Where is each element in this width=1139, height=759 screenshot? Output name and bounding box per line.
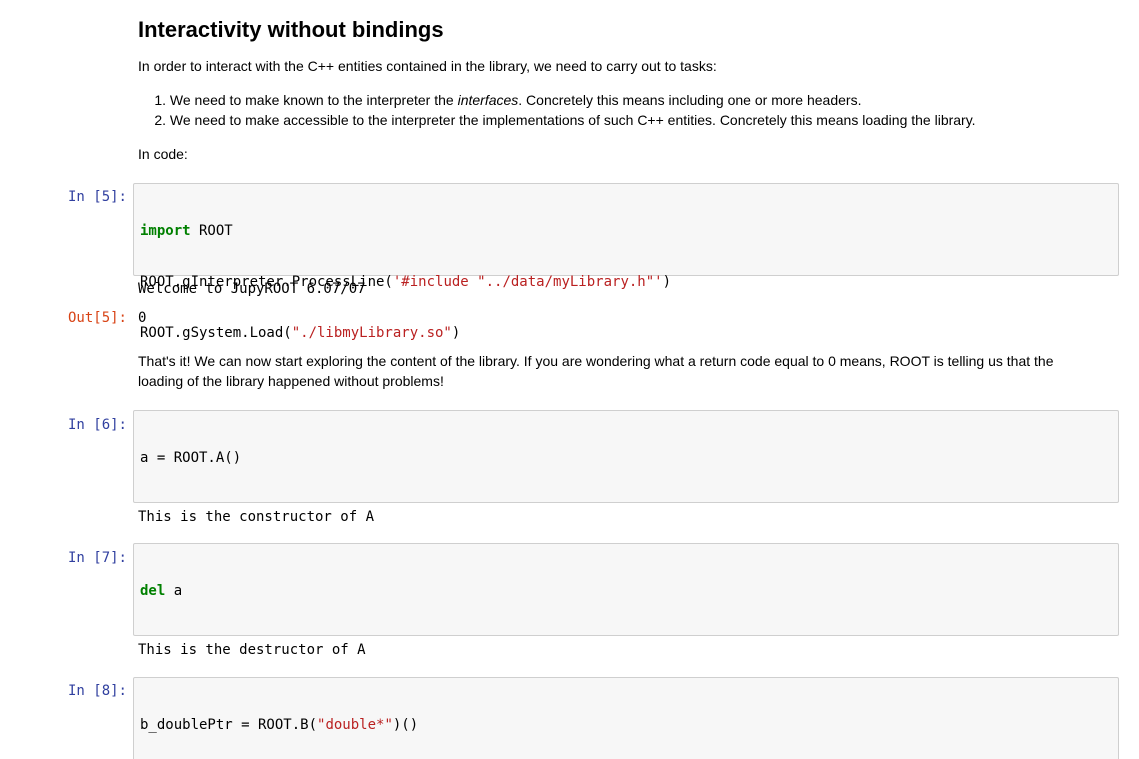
section-heading: Interactivity without bindings bbox=[138, 17, 444, 42]
list-item: 2. We need to make accessible to the int… bbox=[138, 110, 976, 130]
code-cell-editor[interactable]: import ROOT ROOT.gInterpreter.ProcessLin… bbox=[133, 183, 1119, 341]
cell-input-prompt: In [6]: bbox=[67, 417, 127, 433]
code-line: b_doublePtr = ROOT.B("double*")() bbox=[140, 717, 419, 733]
list-item-emphasis: interfaces bbox=[457, 92, 519, 108]
cell-output-prompt: Out[5]: bbox=[67, 310, 127, 326]
cell-input-prompt: In [5]: bbox=[67, 189, 127, 205]
intro-paragraph: In order to interact with the C++ entiti… bbox=[138, 58, 717, 74]
cell-input-prompt: In [8]: bbox=[67, 683, 127, 699]
cell-stdout: This is the constructor of A bbox=[138, 509, 375, 525]
code-line: ROOT.gSystem.Load("./libmyLibrary.so") bbox=[140, 325, 461, 341]
task-list: 1. We need to make known to the interpre… bbox=[138, 90, 976, 130]
code-editor-content[interactable]: a = ROOT.A() bbox=[140, 416, 241, 501]
code-editor-content[interactable]: b_doublePtr = ROOT.B("double*")() bbox=[140, 683, 418, 759]
list-item-text: We need to make accessible to the interp… bbox=[169, 112, 976, 128]
code-cell-editor[interactable]: del a bbox=[133, 543, 1119, 636]
code-cell-editor[interactable]: b_doublePtr = ROOT.B("double*")() bbox=[133, 677, 1119, 759]
in-code-label: In code: bbox=[138, 146, 188, 162]
cell-stdout: This is the destructor of A bbox=[138, 642, 366, 658]
list-item-number: 2. bbox=[154, 112, 166, 128]
code-editor-content[interactable]: del a bbox=[140, 549, 182, 634]
cell-input-prompt: In [7]: bbox=[67, 550, 127, 566]
markdown-cell-intro[interactable]: Interactivity without bindings bbox=[138, 16, 1098, 44]
code-cell-editor[interactable]: a = ROOT.A() bbox=[133, 410, 1119, 503]
list-item-text: We need to make known to the interpreter… bbox=[169, 92, 862, 108]
code-line: import ROOT bbox=[140, 223, 233, 239]
code-line: a = ROOT.A() bbox=[140, 450, 242, 466]
code-line: del a bbox=[140, 583, 183, 599]
cell-stdout: Welcome to JupyROOT 6.07/07 bbox=[138, 281, 366, 297]
list-item: 1. We need to make known to the interpre… bbox=[138, 90, 976, 110]
markdown-cell-explanation: That's it! We can now start exploring th… bbox=[138, 353, 1054, 389]
list-item-number: 1. bbox=[154, 92, 166, 108]
cell-output-value: 0 bbox=[138, 310, 147, 326]
